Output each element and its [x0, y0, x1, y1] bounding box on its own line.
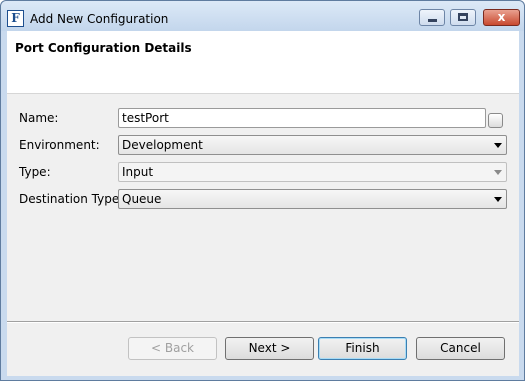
- window-title: Add New Configuration: [30, 12, 169, 26]
- type-value: Input: [122, 165, 154, 179]
- type-select[interactable]: Input: [118, 162, 507, 182]
- name-label: Name:: [19, 111, 59, 125]
- destination-type-value: Queue: [122, 192, 162, 206]
- maximize-button[interactable]: [450, 9, 476, 26]
- wizard-header: Port Configuration Details: [7, 31, 519, 94]
- type-label: Type:: [19, 165, 51, 179]
- environment-value: Development: [122, 138, 203, 152]
- app-icon: F: [7, 10, 24, 27]
- title-bar[interactable]: F Add New Configuration x: [1, 1, 524, 31]
- environment-select[interactable]: Development: [118, 135, 507, 155]
- minimize-button[interactable]: [419, 9, 445, 26]
- name-value: testPort: [122, 111, 169, 125]
- name-field[interactable]: testPort: [118, 108, 486, 128]
- finish-button[interactable]: Finish: [318, 337, 407, 360]
- dialog-body: Port Configuration Details Name: testPor…: [7, 31, 519, 376]
- next-button[interactable]: Next >: [225, 337, 314, 360]
- chevron-down-icon: [494, 143, 502, 148]
- environment-label: Environment:: [19, 138, 100, 152]
- close-button[interactable]: x: [483, 9, 520, 26]
- chevron-down-icon: [494, 170, 502, 175]
- chevron-down-icon: [494, 197, 502, 202]
- cancel-button[interactable]: Cancel: [416, 337, 505, 360]
- destination-type-select[interactable]: Queue: [118, 189, 507, 209]
- page-title: Port Configuration Details: [15, 41, 192, 55]
- minimize-icon: [428, 19, 437, 22]
- back-button[interactable]: < Back: [128, 337, 217, 360]
- destination-type-label: Destination Type:: [19, 192, 124, 206]
- close-icon: x: [497, 10, 506, 24]
- maximize-icon: [458, 13, 468, 21]
- dialog-window: F Add New Configuration x Port Configura…: [0, 0, 525, 381]
- footer-divider: [7, 321, 519, 323]
- name-checkbox[interactable]: [488, 113, 503, 128]
